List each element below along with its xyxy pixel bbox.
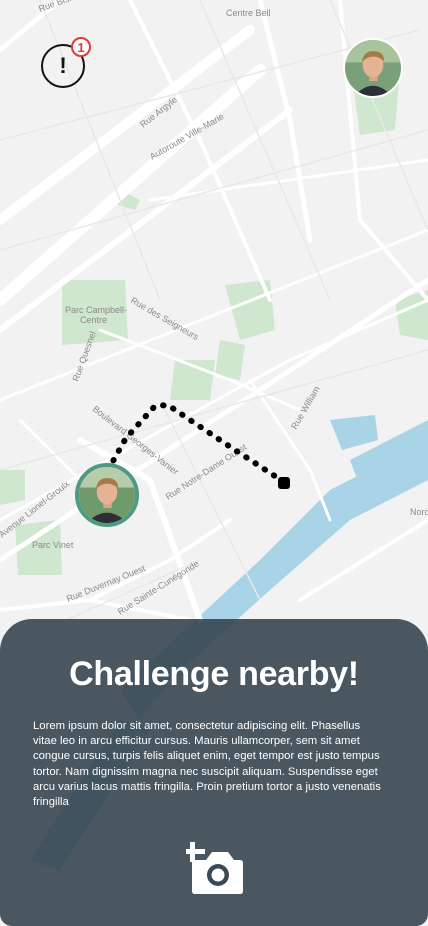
map-label-parc-vinet: Parc Vinet [32, 540, 74, 550]
challenge-title: Challenge nearby! [69, 655, 359, 693]
map-label-parc-campbell: Parc Campbell- [65, 305, 127, 315]
notification-badge: 1 [71, 37, 91, 57]
alert-icon: ! [59, 53, 67, 78]
user-location-avatar-image [79, 467, 135, 523]
profile-avatar-image [345, 40, 401, 96]
add-photo-icon [186, 842, 243, 894]
map-label-nord: Nord [410, 507, 428, 517]
challenge-description: Lorem ipsum dolor sit amet, consectetur … [33, 720, 381, 809]
add-photo-button[interactable] [186, 842, 244, 894]
profile-avatar[interactable] [343, 38, 403, 98]
map-label-centre-bell: Centre Bell [226, 8, 271, 18]
map-label-parc-campbell-2: Centre [80, 315, 107, 325]
user-location-avatar[interactable] [75, 463, 139, 527]
challenge-marker[interactable] [278, 477, 290, 489]
